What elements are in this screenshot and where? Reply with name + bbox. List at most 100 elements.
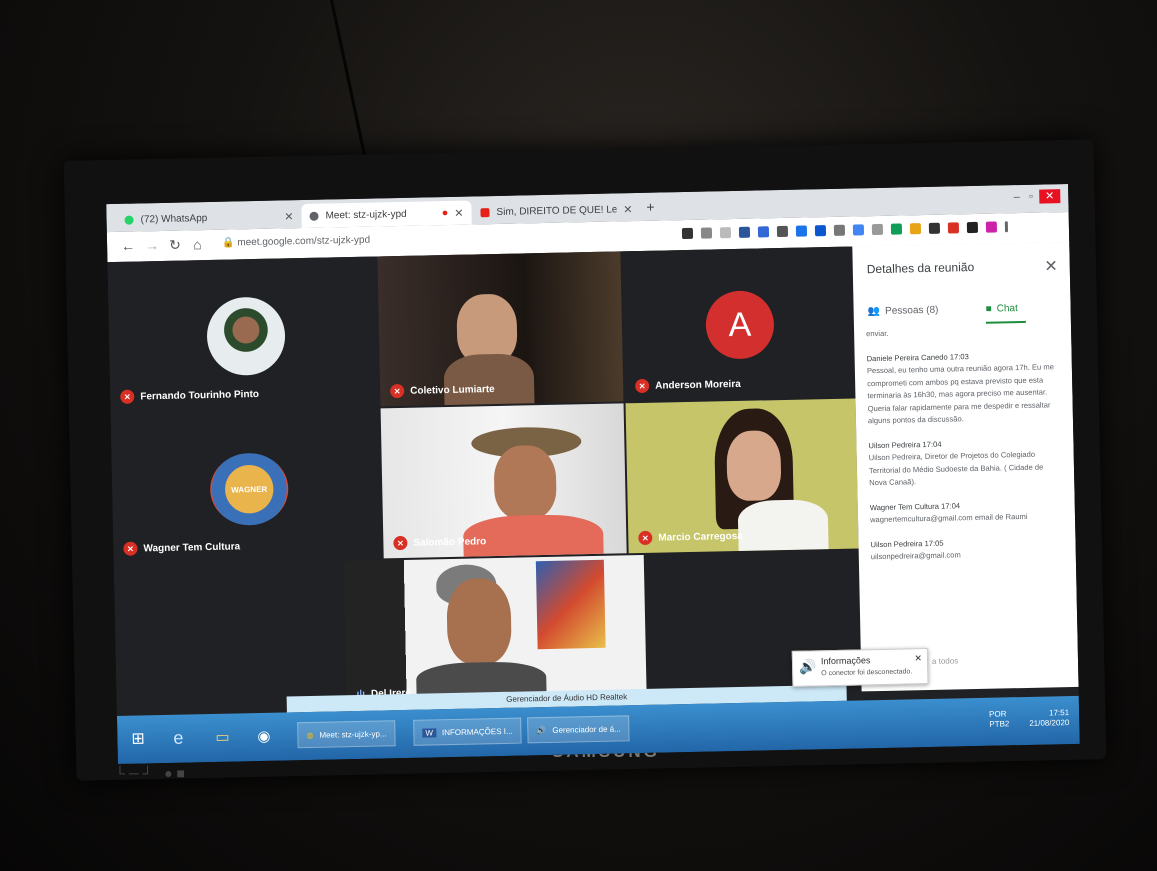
chat-messages: enviar. Daniele Pereira Canedo 17:03 Pes… bbox=[866, 324, 1063, 575]
whatsapp-icon bbox=[124, 215, 134, 225]
monitor-buttons: └ ─ ┘ ● ■ bbox=[115, 765, 186, 781]
tab-meet[interactable]: Meet: stz-ujzk-ypd ● ✕ bbox=[301, 200, 472, 229]
taskbar-item[interactable]: W INFORMAÇÕES I... bbox=[413, 717, 522, 746]
puzzle-icon[interactable] bbox=[966, 221, 979, 234]
url-text[interactable]: 🔒 meet.google.com/stz-ujzk-ypd bbox=[222, 235, 370, 249]
chat-message: enviar. bbox=[866, 328, 889, 339]
chat-icon: ■ bbox=[985, 303, 992, 315]
tab-label: (72) WhatsApp bbox=[140, 212, 208, 225]
tab-people[interactable]: 👥 Pessoas (8) bbox=[868, 305, 939, 317]
restore-icon[interactable]: ▫ bbox=[1029, 191, 1033, 203]
extension-icon[interactable] bbox=[795, 225, 808, 237]
clock[interactable]: 17:51 21/08/2020 bbox=[1029, 708, 1069, 729]
home-icon[interactable]: ⌂ bbox=[193, 236, 202, 252]
star-icon[interactable] bbox=[719, 227, 732, 239]
extension-icon[interactable] bbox=[738, 226, 751, 238]
chat-recipient-hint: a todos bbox=[931, 656, 959, 666]
participant-name: ✕ Coletivo Lumiarte bbox=[390, 382, 495, 399]
tab-label: Sim, DIREITO DE QUE! Lei Aldir B bbox=[496, 203, 617, 218]
extension-icons bbox=[681, 221, 1009, 240]
word-icon: W bbox=[422, 727, 437, 738]
folder-icon[interactable]: ▭ bbox=[215, 724, 230, 750]
participant-video bbox=[493, 444, 557, 521]
language-indicator[interactable]: POR PTB2 bbox=[989, 709, 1009, 729]
panel-title: Detalhes da reunião bbox=[866, 259, 975, 277]
mic-off-icon: ✕ bbox=[123, 541, 138, 556]
recording-dot-icon: ● bbox=[441, 206, 449, 220]
taskbar-item[interactable]: 🔊 Gerenciador de á... bbox=[527, 715, 631, 744]
participant-tile[interactable]: A ✕ Anderson Moreira bbox=[622, 246, 856, 402]
participant-name: ✕ Anderson Moreira bbox=[635, 377, 741, 394]
key-icon[interactable] bbox=[700, 227, 713, 239]
avatar-logo: WAGNER bbox=[209, 452, 289, 527]
taskbar-item[interactable]: ◍ Meet: stz-ujzk-yp... bbox=[297, 720, 396, 749]
camera-icon[interactable] bbox=[681, 227, 694, 240]
close-icon[interactable]: ✕ bbox=[454, 206, 463, 219]
tab-youtube[interactable]: Sim, DIREITO DE QUE! Lei Aldir B ✕ bbox=[472, 197, 640, 225]
new-tab-button[interactable]: + bbox=[646, 199, 655, 215]
participant-tile[interactable]: WAGNER ✕ Wagner Tem Cultura bbox=[110, 408, 382, 565]
participant-tile[interactable]: ✕ Marcio Carregosa bbox=[625, 398, 859, 554]
tab-indicator bbox=[985, 320, 1026, 324]
close-icon[interactable]: ✕ bbox=[284, 210, 293, 223]
audio-notification[interactable]: 🔊 Informações O conector foi desconectad… bbox=[791, 648, 929, 687]
speaker-icon: 🔊 bbox=[536, 725, 547, 735]
ie-icon[interactable]: e bbox=[173, 725, 184, 751]
notification-body: O conector foi desconectado. bbox=[821, 668, 913, 678]
mic-off-icon: ✕ bbox=[120, 389, 135, 404]
reload-icon[interactable]: ↻ bbox=[169, 237, 181, 254]
window-close-icon[interactable]: ✕ bbox=[1038, 189, 1061, 204]
participant-tile[interactable]: ı|ıDel Irerê bbox=[343, 554, 647, 703]
extension-icon[interactable] bbox=[757, 226, 770, 238]
people-icon: 👥 bbox=[867, 305, 881, 318]
chat-message: Uilson Pedreira 17:05 uilsonpedreira@gma… bbox=[870, 538, 961, 562]
youtube-icon bbox=[480, 207, 490, 217]
extension-icon[interactable] bbox=[909, 223, 922, 235]
meeting-details-panel: Detalhes da reunião ✕ 👥 Pessoas (8) ■ Chat… bbox=[852, 241, 1079, 692]
participant-video bbox=[726, 430, 782, 502]
mic-off-icon: ✕ bbox=[393, 535, 408, 551]
speaker-icon: 🔊 bbox=[798, 658, 817, 675]
tab-label: Meet: stz-ujzk-ypd bbox=[325, 208, 407, 222]
mic-off-icon: ✕ bbox=[638, 530, 653, 546]
participant-video bbox=[446, 577, 512, 666]
participant-name: ✕ Marcio Carregosa bbox=[638, 529, 743, 546]
profile-icon[interactable] bbox=[985, 221, 998, 233]
participant-tile[interactable]: ✕ Salomão Pedro bbox=[380, 403, 627, 559]
menu-icon[interactable] bbox=[1004, 221, 1009, 233]
tab-chat[interactable]: ■ Chat bbox=[986, 303, 1018, 315]
extension-icon[interactable] bbox=[776, 225, 789, 238]
extension-icon[interactable] bbox=[928, 222, 941, 234]
minimize-icon[interactable]: – bbox=[1014, 191, 1020, 203]
extension-icon[interactable] bbox=[814, 225, 827, 237]
participant-name: ✕ Salomão Pedro bbox=[393, 534, 486, 551]
screen: (72) WhatsApp ✕ Meet: stz-ujzk-ypd ● ✕ S… bbox=[106, 183, 1080, 765]
mic-off-icon: ✕ bbox=[390, 383, 405, 399]
extension-icon[interactable] bbox=[852, 224, 865, 236]
app-icon[interactable]: ◉ bbox=[257, 723, 271, 749]
extension-icon[interactable] bbox=[833, 224, 846, 236]
participant-tile[interactable]: ✕ Coletivo Lumiarte bbox=[377, 251, 624, 407]
windows-start-icon[interactable]: ⊞ bbox=[131, 725, 145, 751]
mic-off-icon: ✕ bbox=[635, 378, 650, 394]
avatar bbox=[206, 296, 286, 377]
video-grid: ✕ Fernando Tourinho Pinto ✕ Coletivo Lumia… bbox=[107, 246, 862, 708]
participant-name: ✕ Fernando Tourinho Pinto bbox=[120, 387, 259, 404]
chat-message: Wagner Tem Cultura 17:04 wagnertemcultur… bbox=[869, 500, 1028, 525]
notification-title: Informações bbox=[820, 655, 871, 667]
chat-message: Daniele Pereira Canedo 17:03 Pessoal, eu… bbox=[866, 351, 1054, 426]
close-icon[interactable]: ✕ bbox=[914, 653, 922, 664]
extension-icon[interactable] bbox=[947, 222, 960, 234]
extension-icon[interactable] bbox=[890, 223, 903, 235]
chrome-icon: ◍ bbox=[306, 730, 314, 740]
meet-icon bbox=[309, 211, 319, 221]
window-controls: – ▫ ✕ bbox=[1014, 189, 1061, 204]
chat-message: Uilson Pedreira 17:04 Uilson Pedreira, D… bbox=[868, 439, 1044, 488]
participant-tile[interactable]: ✕ Fernando Tourinho Pinto bbox=[107, 256, 379, 413]
close-icon[interactable]: ✕ bbox=[1044, 256, 1058, 276]
back-icon[interactable]: ← bbox=[121, 238, 135, 254]
participant-name: ✕ Wagner Tem Cultura bbox=[123, 539, 240, 556]
forward-icon[interactable]: → bbox=[145, 237, 159, 253]
extension-icon[interactable] bbox=[871, 223, 884, 236]
close-icon[interactable]: ✕ bbox=[623, 203, 632, 216]
